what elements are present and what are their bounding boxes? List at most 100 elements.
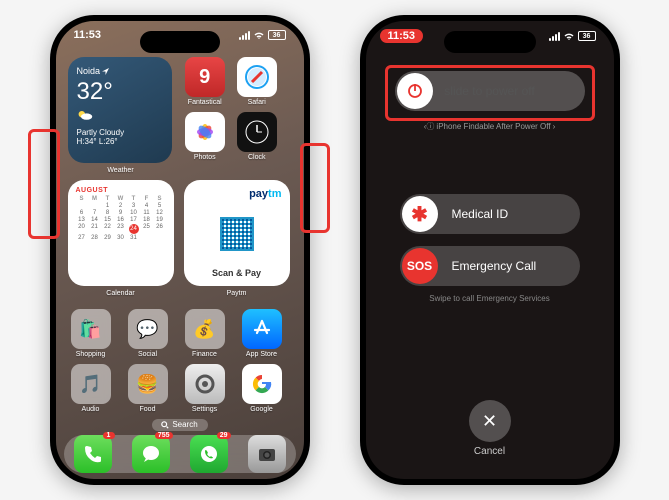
side-button-highlight — [300, 143, 330, 233]
swipe-hint: Swipe to call Emergency Services — [429, 294, 550, 303]
wifi-icon — [563, 32, 575, 41]
app-label: Audio — [82, 406, 100, 413]
search-icon — [161, 421, 169, 429]
app-food[interactable]: 🍔 Food — [125, 364, 171, 413]
iphone-home-mockup: 11:53 36 Noida 32° Partly Cloudy H:34° L… — [50, 15, 310, 485]
qr-icon — [220, 217, 254, 251]
photos-icon — [185, 112, 225, 152]
clock-icon — [237, 112, 277, 152]
cancel-label: Cancel — [474, 446, 505, 457]
iphone-power-off-mockup: 11:53 36 slide to power off ‹ⓘ iPhone Fi… — [360, 15, 620, 485]
medical-id-slider[interactable]: ✱ Medical ID — [400, 194, 580, 234]
status-bar: 11:53 36 — [56, 29, 304, 41]
paytm-widget[interactable]: paytm Scan & Pay — [184, 180, 290, 286]
messages-icon — [140, 443, 162, 465]
badge: 29 — [217, 432, 231, 439]
wifi-icon — [253, 31, 265, 40]
app-finance[interactable]: 💰 Finance — [182, 309, 228, 358]
messages-app[interactable]: 755 — [132, 435, 170, 473]
calendar-grid: SMTWTFS 12345 6789101112 13141516171819 … — [76, 196, 166, 241]
status-indicators: 36 — [239, 29, 286, 41]
phone-app[interactable]: 1 — [74, 435, 112, 473]
app-clock[interactable]: Clock — [234, 112, 280, 161]
status-bar: 11:53 36 — [366, 29, 614, 43]
partly-cloudy-icon — [77, 109, 93, 121]
folder-icon: 🍔 — [128, 364, 168, 404]
camera-app[interactable] — [248, 435, 286, 473]
cellular-icon — [239, 31, 250, 40]
app-safari[interactable]: Safari — [234, 57, 280, 106]
app-google[interactable]: Google — [239, 364, 285, 413]
calendar-month: AUGUST — [76, 187, 166, 194]
sos-label: Emergency Call — [452, 259, 537, 273]
fantastical-icon: 9 — [185, 57, 225, 97]
widget-label: Weather — [68, 167, 174, 174]
weather-highlow: H:34° L:26° — [77, 137, 163, 146]
search-label: Search — [172, 420, 197, 429]
weather-city: Noida — [77, 66, 163, 76]
status-indicators: 36 — [549, 29, 596, 43]
status-time: 11:53 — [74, 29, 102, 41]
close-icon: ✕ — [469, 400, 511, 442]
phone-icon — [82, 443, 104, 465]
whatsapp-icon — [198, 443, 220, 465]
widget-label: Paytm — [184, 290, 290, 297]
search-button[interactable]: Search — [152, 419, 208, 431]
app-audio[interactable]: 🎵 Audio — [68, 364, 114, 413]
folder-icon: 🛍️ — [71, 309, 111, 349]
paytm-action: Scan & Pay — [212, 268, 261, 278]
paytm-logo: paytm — [249, 188, 281, 200]
app-label: Clock — [248, 154, 266, 161]
medical-knob[interactable]: ✱ — [402, 196, 438, 232]
cellular-icon — [549, 32, 560, 41]
sos-knob[interactable]: SOS — [402, 248, 438, 284]
google-icon — [242, 364, 282, 404]
asterisk-icon: ✱ — [411, 202, 428, 227]
gear-icon — [185, 364, 225, 404]
power-off-screen: 11:53 36 slide to power off ‹ⓘ iPhone Fi… — [366, 21, 614, 479]
appstore-icon — [242, 309, 282, 349]
app-shopping[interactable]: 🛍️ Shopping — [68, 309, 114, 358]
sos-icon: SOS — [407, 259, 432, 273]
camera-icon — [256, 443, 278, 465]
weather-widget[interactable]: Noida 32° Partly Cloudy H:34° L:26° — [68, 57, 172, 163]
status-time: 11:53 — [380, 29, 424, 43]
app-label: Finance — [192, 351, 217, 358]
app-label: Safari — [248, 99, 266, 106]
cancel-button[interactable]: ✕ Cancel — [469, 400, 511, 457]
app-label: Settings — [192, 406, 217, 413]
app-label: Social — [138, 351, 157, 358]
app-social[interactable]: 💬 Social — [125, 309, 171, 358]
battery-icon: 36 — [578, 31, 596, 41]
folder-icon: 🎵 — [71, 364, 111, 404]
app-label: Fantastical — [188, 99, 222, 106]
slide-power-highlight — [385, 65, 595, 121]
medical-label: Medical ID — [452, 207, 509, 221]
app-label: App Store — [246, 351, 277, 358]
app-appstore[interactable]: App Store — [239, 309, 285, 358]
calendar-widget[interactable]: AUGUST SMTWTFS 12345 6789101112 13141516… — [68, 180, 174, 286]
app-photos[interactable]: Photos — [182, 112, 228, 161]
app-label: Google — [250, 406, 273, 413]
dock: 1 755 29 — [64, 435, 296, 473]
volume-buttons-highlight — [28, 129, 60, 239]
app-fantastical[interactable]: 9 Fantastical — [182, 57, 228, 106]
home-content: Noida 32° Partly Cloudy H:34° L:26° 9 Fa… — [56, 21, 304, 479]
folder-icon: 💰 — [185, 309, 225, 349]
folder-icon: 💬 — [128, 309, 168, 349]
weather-temp: 32° — [77, 78, 163, 106]
badge: 1 — [103, 432, 115, 439]
widget-label: Calendar — [68, 290, 174, 297]
app-label: Food — [140, 406, 156, 413]
app-label: Photos — [194, 154, 216, 161]
app-settings[interactable]: Settings — [182, 364, 228, 413]
whatsapp-app[interactable]: 29 — [190, 435, 228, 473]
emergency-call-slider[interactable]: SOS Emergency Call — [400, 246, 580, 286]
battery-icon: 36 — [268, 30, 286, 40]
findable-text[interactable]: ‹ⓘ iPhone Findable After Power Off › — [424, 121, 555, 132]
location-icon — [102, 68, 109, 75]
app-label: Shopping — [76, 351, 106, 358]
badge: 755 — [155, 432, 173, 439]
safari-icon — [237, 57, 277, 97]
home-screen: 11:53 36 Noida 32° Partly Cloudy H:34° L… — [56, 21, 304, 479]
